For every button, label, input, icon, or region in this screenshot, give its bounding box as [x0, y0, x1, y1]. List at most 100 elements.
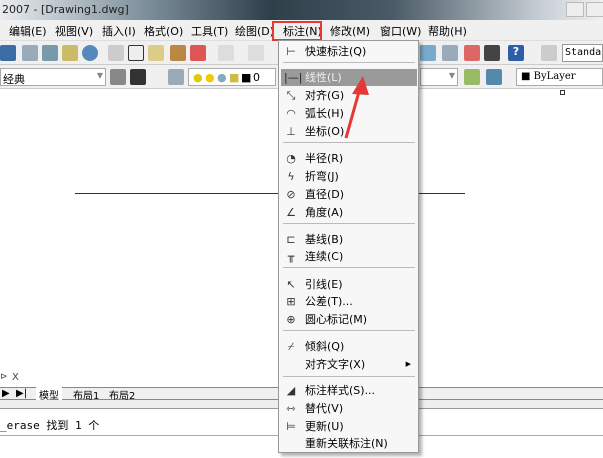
- jogged-icon: ϟ: [287, 170, 295, 183]
- minimize-button[interactable]: [566, 2, 584, 17]
- menu-item[interactable]: ∠ 角度(A): [281, 204, 417, 221]
- menu-item-label: 半径(R): [305, 152, 344, 165]
- tab-next-icon[interactable]: ▶: [2, 388, 10, 399]
- color-swatch-icon: ■: [521, 71, 534, 82]
- lightbulb-icon: ●: [193, 71, 203, 84]
- preview-icon[interactable]: [42, 45, 58, 61]
- menu-item[interactable]: 对齐文字(X) ▶: [281, 356, 417, 373]
- menu-item[interactable]: ◢ 标注样式(S)...: [281, 382, 417, 399]
- menu-item[interactable]: ⊕ 圆心标记(M): [281, 311, 417, 328]
- layer-dropdown[interactable]: ▼: [420, 68, 458, 86]
- menu-item-label: 连续(C): [305, 250, 344, 263]
- center-mark-icon: ⊕: [286, 313, 296, 326]
- menu-item[interactable]: ⌿ 倾斜(Q): [281, 338, 417, 355]
- menu-modify[interactable]: 修改(M): [330, 23, 370, 39]
- override-icon: ⇿: [286, 402, 296, 415]
- arc-length-icon: ◠: [286, 107, 296, 120]
- menu-item-label: 重新关联标注(N): [305, 437, 388, 450]
- menu-item-label: 倾斜(Q): [305, 340, 345, 353]
- print-icon[interactable]: [22, 45, 38, 61]
- arrow-shaft: [344, 87, 362, 139]
- baseline-icon: ⊏: [286, 233, 296, 246]
- color-value: ByLayer: [533, 71, 576, 82]
- layer-previous-icon[interactable]: [486, 69, 502, 85]
- design-center-icon[interactable]: [420, 45, 436, 61]
- lock-icon: ■: [229, 71, 240, 84]
- chevron-down-icon: ▼: [448, 71, 455, 80]
- workspace-select[interactable]: 经典 ▼: [0, 68, 106, 86]
- menu-item[interactable]: ↖ 引线(E): [281, 276, 417, 293]
- ordinate-icon: ⊥: [286, 125, 296, 138]
- menu-separator: [283, 267, 415, 268]
- menu-item-label: 快速标注(Q): [305, 45, 367, 58]
- menu-item[interactable]: ϟ 折弯(J): [281, 168, 417, 185]
- menu-item-label: 基线(B): [305, 233, 344, 246]
- menu-item[interactable]: 重新关联标注(N): [281, 435, 417, 452]
- tool-palettes-icon[interactable]: [442, 45, 458, 61]
- paste-icon[interactable]: [148, 45, 164, 61]
- menu-window[interactable]: 窗口(W): [380, 23, 421, 39]
- red-arrow-annotation: [344, 76, 369, 139]
- menu-item[interactable]: ⊨ 更新(U): [281, 418, 417, 435]
- menu-view[interactable]: 视图(V): [55, 23, 93, 39]
- highlight-box: [272, 21, 322, 41]
- block-editor-icon[interactable]: [190, 45, 206, 61]
- workspace-icon[interactable]: [130, 69, 146, 85]
- menu-separator: [283, 223, 415, 224]
- submenu-arrow-icon: ▶: [405, 360, 411, 368]
- menu-separator: [283, 62, 415, 63]
- menu-separator: [283, 376, 415, 377]
- menu-item-label: 引线(E): [305, 278, 343, 291]
- dim-style-icon: ◢: [286, 384, 296, 397]
- menu-draw[interactable]: 绘图(D): [235, 23, 274, 39]
- menu-help[interactable]: 帮助(H): [428, 23, 467, 39]
- menu-item[interactable]: ⊞ 公差(T)...: [281, 293, 417, 310]
- menu-separator: [283, 330, 415, 331]
- menu-item-label: 更新(U): [305, 420, 344, 433]
- ucs-arrow-icon: ⊳: [0, 372, 8, 382]
- menu-edit[interactable]: 编辑(E): [9, 23, 47, 39]
- maximize-button[interactable]: [586, 2, 603, 17]
- tab-last-icon[interactable]: ▶|: [16, 388, 27, 399]
- text-style-select[interactable]: Standa: [562, 44, 603, 62]
- sun-icon: ●: [205, 71, 215, 84]
- continue-icon: ╥: [287, 250, 295, 263]
- menu-tools[interactable]: 工具(T): [191, 23, 228, 39]
- menu-item-label: 对齐文字(X): [305, 358, 366, 371]
- copy-icon[interactable]: [128, 45, 144, 61]
- save-icon[interactable]: [0, 45, 16, 61]
- match-properties-icon[interactable]: [170, 45, 186, 61]
- menu-item-label: 公差(T)...: [305, 295, 353, 308]
- color-swatch-icon: ■: [241, 71, 252, 84]
- color-select[interactable]: ■ ByLayer: [516, 68, 603, 86]
- publish-icon[interactable]: [62, 45, 78, 61]
- menu-insert[interactable]: 插入(I): [102, 23, 136, 39]
- undo-icon[interactable]: [218, 45, 234, 61]
- menu-item[interactable]: ⊏ 基线(B): [281, 231, 417, 248]
- layer-select[interactable]: ● ● ● ■ ■ 0: [188, 68, 276, 86]
- menu-item-label: 替代(V): [305, 402, 344, 415]
- update-icon: ⊨: [286, 420, 296, 433]
- menu-item[interactable]: ⊢ 快速标注(Q): [281, 43, 417, 60]
- arrow-head: [352, 76, 369, 95]
- redo-icon[interactable]: [248, 45, 264, 61]
- calculator-icon[interactable]: [484, 45, 500, 61]
- grip-handle[interactable]: [560, 90, 565, 95]
- sheet-set-icon[interactable]: [464, 45, 480, 61]
- menu-item[interactable]: ⇿ 替代(V): [281, 400, 417, 417]
- layer-manager-icon[interactable]: [168, 69, 184, 85]
- menu-format[interactable]: 格式(O): [144, 23, 183, 39]
- oblique-icon: ⌿: [287, 340, 295, 353]
- help-icon[interactable]: ?: [508, 45, 524, 61]
- menu-item[interactable]: ╥ 连续(C): [281, 248, 417, 265]
- globe-icon[interactable]: [82, 45, 98, 61]
- angular-icon: ∠: [286, 206, 296, 219]
- cut-icon[interactable]: [108, 45, 124, 61]
- workspace-settings-icon[interactable]: [110, 69, 126, 85]
- ucs-x-label: X: [12, 372, 19, 383]
- radius-icon: ◔: [286, 152, 296, 165]
- tolerance-icon: ⊞: [286, 295, 296, 308]
- menu-item[interactable]: ◔ 半径(R): [281, 150, 417, 167]
- make-current-layer-icon[interactable]: [464, 69, 480, 85]
- menu-item[interactable]: ⊘ 直径(D): [281, 186, 417, 203]
